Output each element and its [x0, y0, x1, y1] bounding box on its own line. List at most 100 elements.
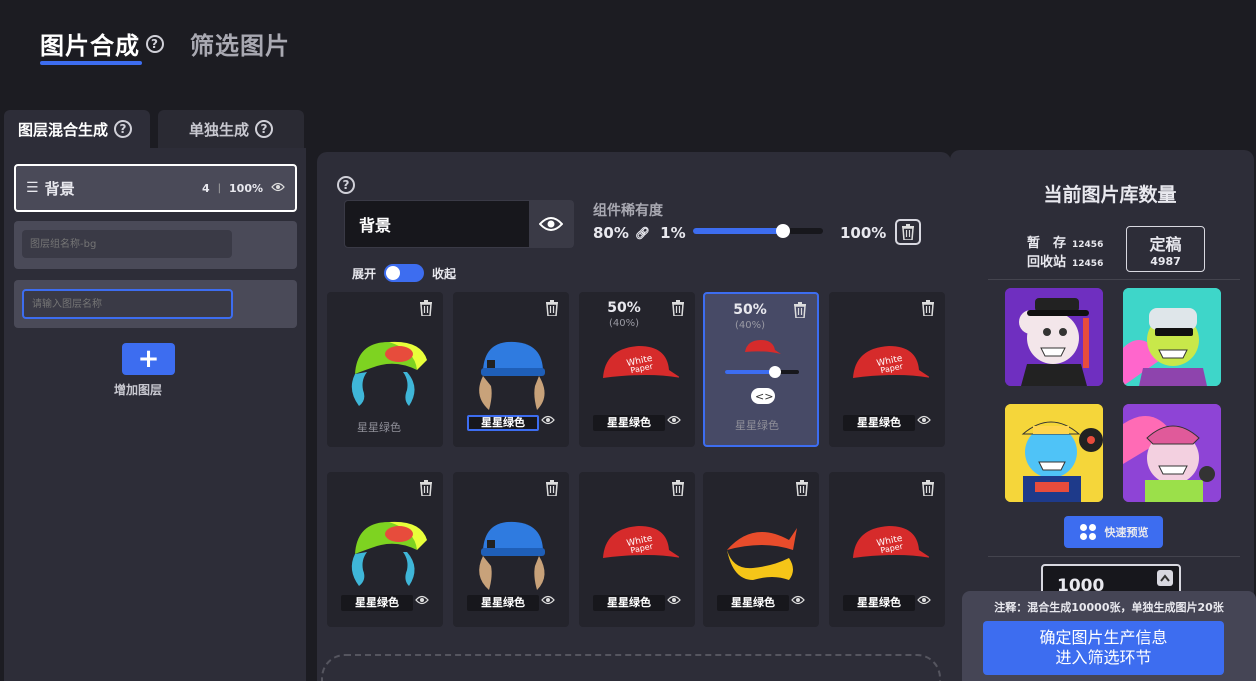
trash-icon[interactable]: [545, 300, 559, 320]
eye-icon[interactable]: [415, 590, 429, 609]
svg-text:<>: <>: [755, 390, 773, 403]
upload-dropzone[interactable]: [321, 654, 941, 681]
final-draft-button[interactable]: 定稿 4987: [1126, 226, 1205, 272]
component-card[interactable]: 50% (40%) <> 星星绿色: [703, 292, 819, 447]
trash-icon[interactable]: [795, 480, 809, 500]
collapse-label: 收起: [432, 266, 457, 281]
eye-icon[interactable]: [271, 180, 285, 196]
component-label: 星星绿色: [341, 595, 413, 611]
add-layer-button[interactable]: +: [122, 343, 175, 375]
tab-filter-images-label: 筛选图片: [190, 32, 290, 60]
recycle-row: 回收站 12456: [1027, 251, 1103, 270]
eye-icon[interactable]: [541, 410, 555, 429]
component-image: <>: [725, 340, 799, 404]
component-card[interactable]: 星星绿色: [327, 472, 443, 627]
visibility-toggle-button[interactable]: [529, 201, 573, 247]
layer-count: 4: [201, 181, 210, 195]
drag-handle-icon[interactable]: ☰: [26, 180, 39, 196]
thumbnail-image[interactable]: [1005, 288, 1103, 386]
rarity-label: 组件稀有度: [593, 203, 663, 219]
eye-icon[interactable]: [667, 590, 681, 609]
component-label[interactable]: 星星绿色: [467, 415, 539, 431]
quantity-stepper[interactable]: [1157, 570, 1173, 586]
component-label: 星星绿色: [357, 421, 401, 434]
final-value: 4987: [1150, 255, 1181, 268]
confirm-panel: 注释：混合生成10000张，单独生成图片20张 确定图片生产信息 进入筛选环节: [962, 591, 1256, 681]
library-title: 当前图片库数量: [1043, 184, 1177, 206]
eye-icon[interactable]: [791, 590, 805, 609]
thumbnail-image[interactable]: [1005, 404, 1103, 502]
component-card[interactable]: White Paper 星星绿色: [579, 472, 695, 627]
layer-group-box: [14, 221, 297, 269]
quick-preview-button[interactable]: 快速预览: [1064, 516, 1163, 548]
component-image: WhitePaper: [603, 526, 679, 558]
tab-filter-images[interactable]: 筛选图片: [190, 26, 290, 61]
component-image: [351, 521, 427, 586]
tab-image-compose-label: 图片合成: [40, 32, 140, 60]
expand-label: 展开: [352, 266, 377, 281]
help-icon[interactable]: ?: [146, 34, 164, 53]
tab-single-generate-label: 单独生成: [188, 120, 249, 139]
trash-icon[interactable]: [793, 302, 807, 322]
eye-icon: [539, 217, 563, 231]
thumbnail-image[interactable]: [1123, 288, 1221, 386]
rarity-slider-fill: [693, 228, 783, 234]
trash-icon[interactable]: [545, 480, 559, 500]
component-label: 星星绿色: [593, 415, 665, 431]
component-image: WhitePaper: [853, 526, 929, 558]
confirm-button[interactable]: 确定图片生产信息 进入筛选环节: [983, 621, 1224, 675]
link-icon[interactable]: 🔗︎: [635, 226, 650, 240]
stock-label: 暂 存: [1027, 236, 1067, 251]
trash-icon[interactable]: [921, 480, 935, 500]
eye-icon[interactable]: [917, 590, 931, 609]
component-card[interactable]: White Paper 星星绿色: [829, 472, 945, 627]
tab-layer-mix[interactable]: 图层混合生成 ?: [4, 110, 150, 148]
final-label: 定稿: [1149, 235, 1182, 254]
layer-group-name-input[interactable]: [22, 230, 232, 258]
component-card[interactable]: 星星绿色: [703, 472, 819, 627]
component-image: [351, 341, 427, 406]
trash-icon[interactable]: [419, 480, 433, 500]
rarity-current: 80%: [593, 224, 629, 242]
help-icon[interactable]: ?: [337, 176, 355, 194]
eye-icon[interactable]: [667, 410, 681, 429]
tab-image-compose[interactable]: 图片合成 ?: [40, 26, 164, 65]
rarity-slider[interactable]: [693, 224, 823, 238]
rarity-slider-knob[interactable]: [776, 224, 790, 238]
component-card[interactable]: 50% (40%) White Paper 星星绿色: [579, 292, 695, 447]
tab-single-generate[interactable]: 单独生成 ?: [158, 110, 304, 148]
component-card[interactable]: 星星绿色: [453, 292, 569, 447]
trash-icon[interactable]: [419, 300, 433, 320]
sub-tabs: 图层混合生成 ? 单独生成 ?: [4, 110, 304, 148]
layer-panel: ☰ 背景 4 | 100% + 增加图层: [4, 148, 306, 681]
layer-name: 背景: [44, 179, 75, 198]
component-rarity-sub: (40%): [734, 320, 766, 331]
stock-value: 12456: [1072, 240, 1104, 250]
trash-icon[interactable]: [671, 300, 685, 320]
layer-percent: 100%: [229, 181, 263, 195]
divider: [988, 556, 1240, 557]
confirm-line-1: 确定图片生产信息: [1039, 628, 1168, 647]
component-rarity: 50%: [733, 302, 767, 318]
eye-icon[interactable]: [541, 590, 555, 609]
layer-name-input[interactable]: [22, 289, 233, 319]
help-icon[interactable]: ?: [114, 120, 133, 138]
delete-layer-button[interactable]: [895, 219, 921, 245]
generation-note: 注释：混合生成10000张，单独生成图片20张: [994, 601, 1224, 614]
trash-icon[interactable]: [921, 300, 935, 320]
trash-icon: [902, 224, 914, 240]
trash-icon[interactable]: [671, 480, 685, 500]
component-card[interactable]: White Paper 星星绿色: [829, 292, 945, 447]
expand-collapse-toggle[interactable]: [384, 264, 425, 282]
thumbnail-image[interactable]: [1123, 404, 1221, 502]
component-image: [727, 528, 797, 580]
layer-item-bg[interactable]: ☰ 背景 4 | 100%: [14, 164, 297, 212]
component-image: [479, 341, 545, 410]
rarity-max: 100%: [840, 224, 887, 242]
help-icon[interactable]: ?: [255, 120, 273, 138]
component-label: 星星绿色: [717, 595, 789, 611]
eye-icon[interactable]: [917, 410, 931, 429]
component-label: 星星绿色: [843, 415, 915, 431]
component-card[interactable]: 星星绿色: [327, 292, 443, 447]
component-card[interactable]: 星星绿色: [453, 472, 569, 627]
